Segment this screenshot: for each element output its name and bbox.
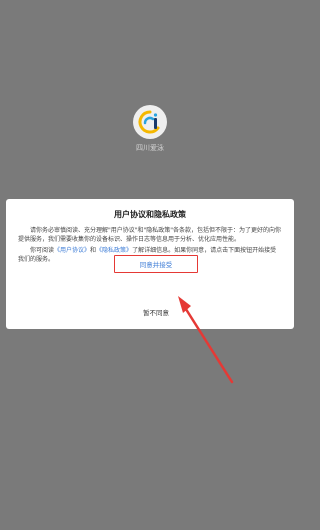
dialog-title: 用户协议和隐私政策 (114, 210, 186, 219)
paragraph-2-prefix: 你可阅读 (30, 247, 55, 254)
privacy-dialog: 用户协议和隐私政策 请你务必审慎阅读、充分理解"用户协议"和"隐私政策"各条款，… (6, 199, 294, 329)
app-icon[interactable] (133, 105, 167, 139)
disagree-button[interactable]: 暂不同意 (106, 307, 206, 317)
app-logo-icon (138, 110, 160, 134)
app-name: 四川爱泳 (136, 144, 164, 152)
dialog-paragraph-1: 请你务必审慎阅读、充分理解"用户协议"和"隐私政策"各条款，包括但不限于：为了更… (18, 227, 282, 243)
privacy-policy-link[interactable]: 《隐私政策》 (96, 247, 132, 254)
agree-button[interactable]: 同意并接受 (114, 255, 198, 273)
user-agreement-link[interactable]: 《用户协议》 (54, 247, 90, 254)
